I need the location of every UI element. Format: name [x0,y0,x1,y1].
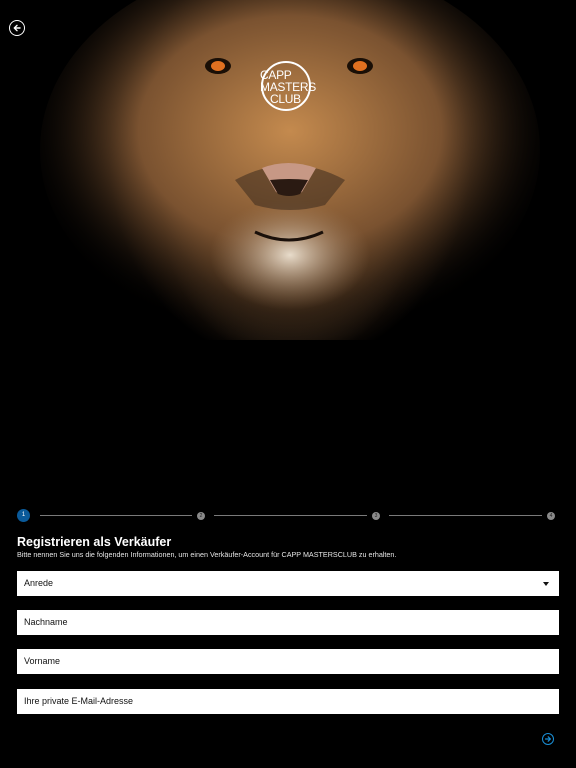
arrow-left-circle-icon [13,24,21,32]
arrow-right-circle-icon [544,736,551,742]
email-field[interactable]: Ihre private E-Mail-Adresse [17,689,559,714]
lion-face-illustration [40,0,540,340]
step-connector [389,515,542,516]
step-3: 3 [372,512,380,520]
caret-down-icon [543,582,549,586]
email-label: Ihre private E-Mail-Adresse [24,696,134,706]
step-1: 1 [17,509,30,522]
firstname-label: Vorname [24,656,61,666]
page-title: Registrieren als Verkäufer [17,535,172,549]
next-button[interactable] [542,733,554,745]
lastname-label: Nachname [24,617,68,627]
progress-stepper: 1 2 3 4 [17,509,556,523]
step-2: 2 [197,512,205,520]
capp-masters-club-logo: CAPP MASTERS CLUB [258,58,340,116]
lastname-field[interactable]: Nachname [17,610,559,635]
firstname-field[interactable]: Vorname [17,649,559,674]
logo-text-line-3: CLUB [270,92,301,106]
salutation-label: Anrede [24,578,54,588]
step-connector [214,515,367,516]
back-button[interactable] [9,20,25,36]
step-4: 4 [547,512,555,520]
step-connector [40,515,192,516]
page-subtitle: Bitte nennen Sie uns die folgenden Infor… [17,550,397,559]
salutation-select[interactable]: Anrede [17,571,559,596]
hero-image: CAPP MASTERS CLUB [0,0,576,340]
